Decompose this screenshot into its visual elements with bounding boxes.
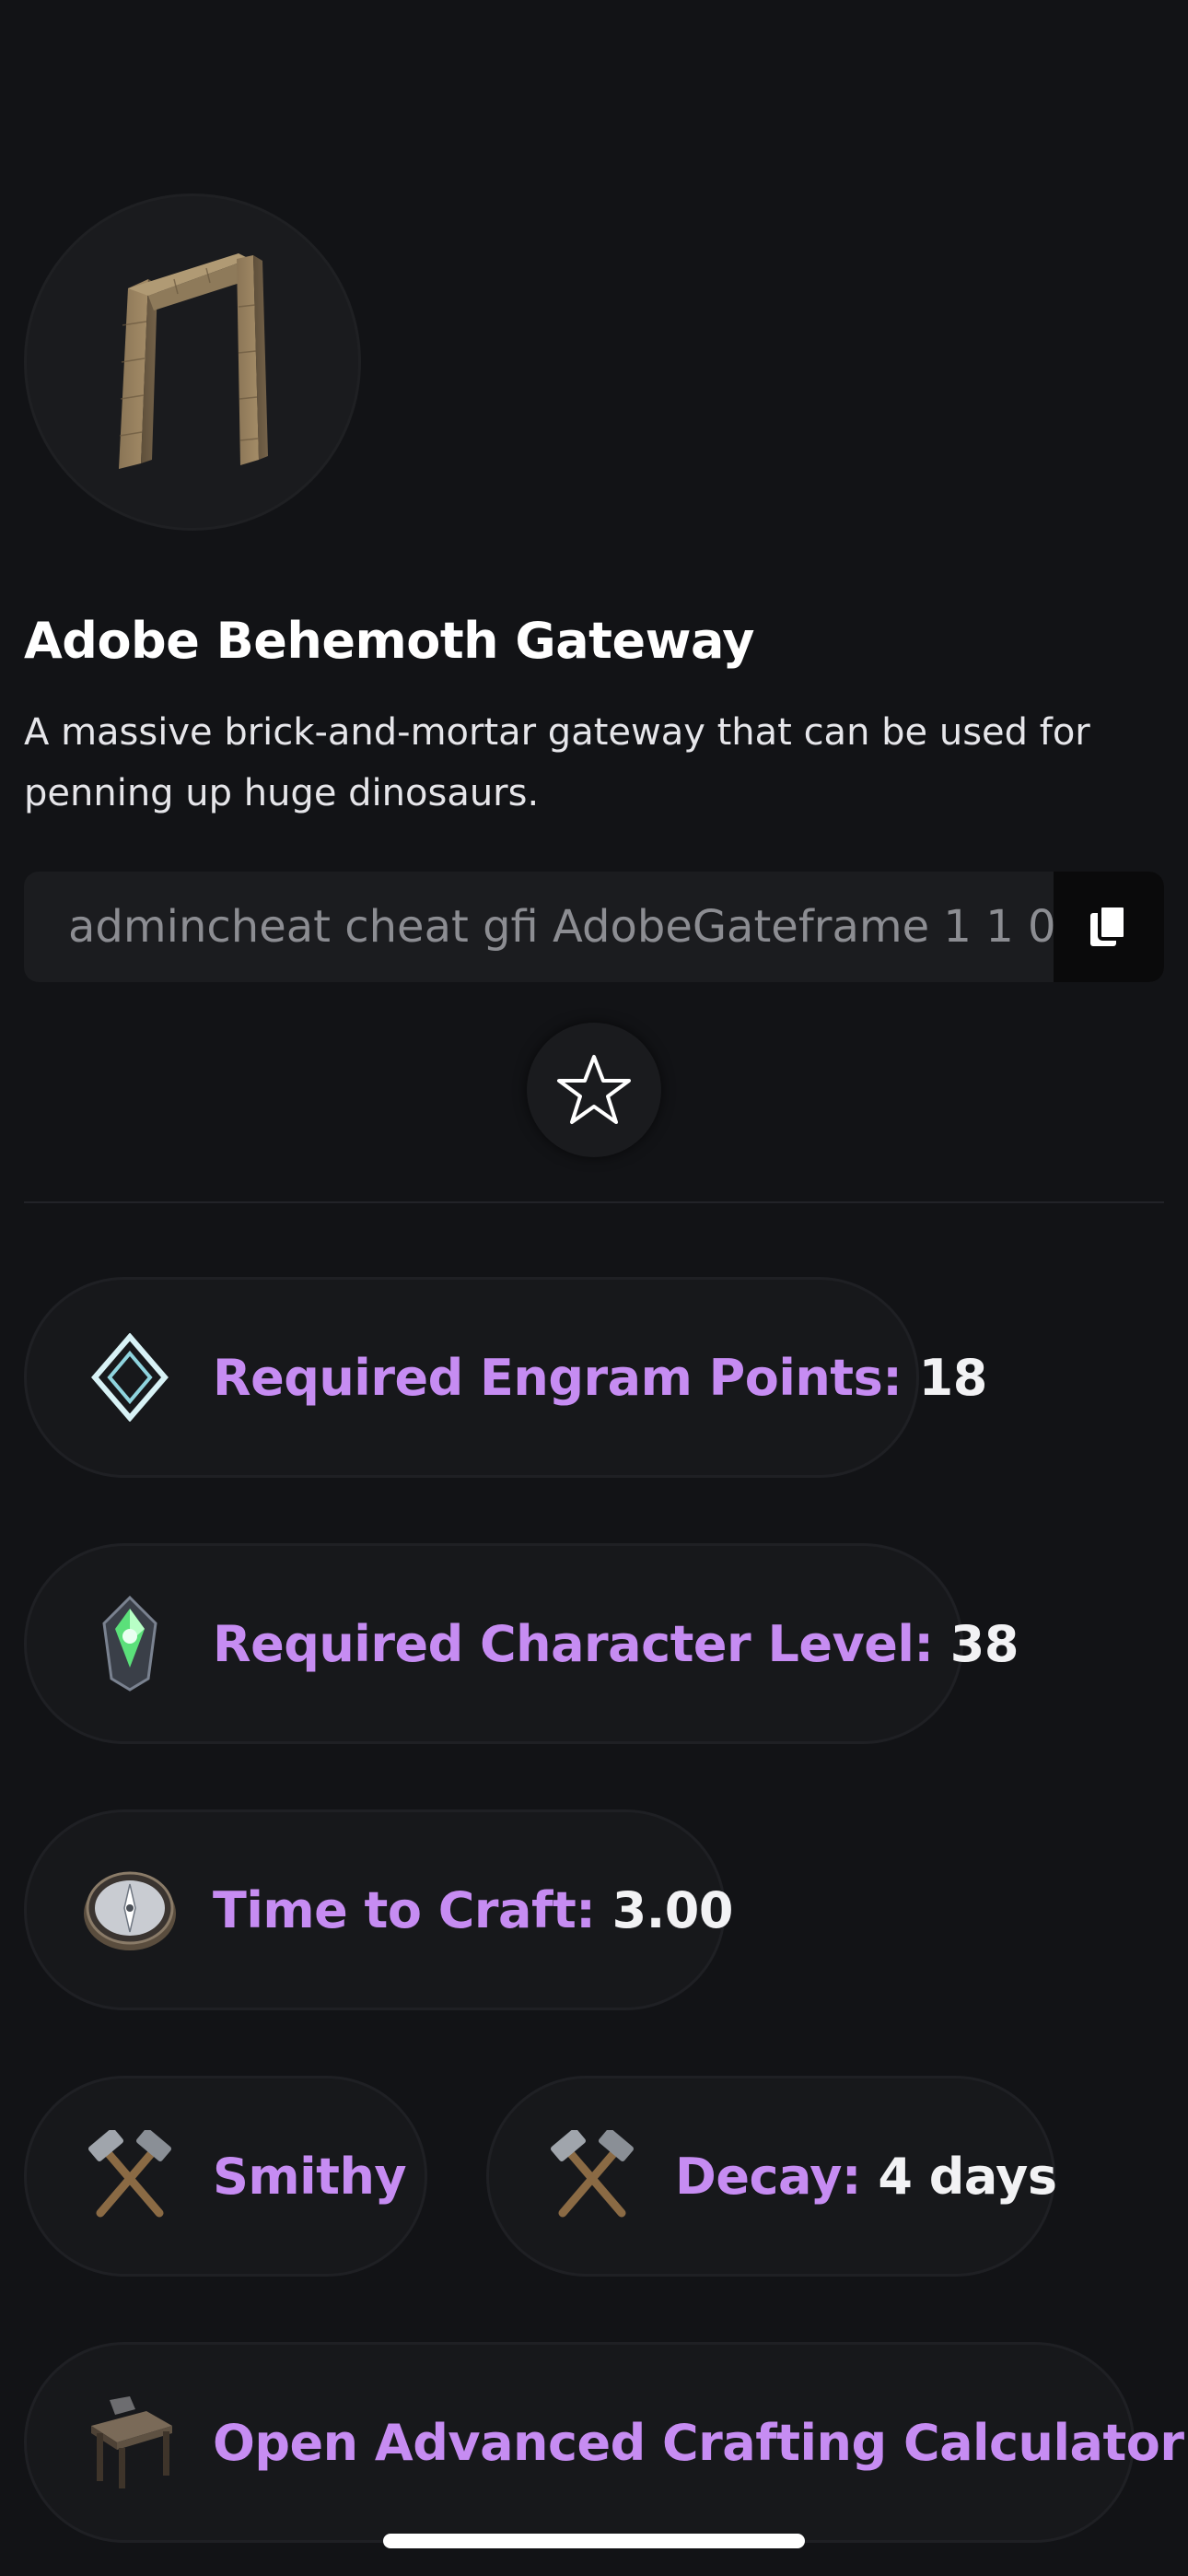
- stone-gateway-icon: [119, 253, 268, 469]
- item-title: Adobe Behemoth Gateway: [24, 612, 754, 670]
- character-level-value: 38: [949, 1614, 1019, 1673]
- command-box[interactable]: admincheat cheat gfi AdobeGateframe 1 1 …: [24, 872, 1164, 982]
- craft-time-value: 3.00: [611, 1880, 734, 1939]
- copy-button[interactable]: [1054, 872, 1164, 982]
- command-text[interactable]: admincheat cheat gfi AdobeGateframe 1 1 …: [68, 872, 1056, 982]
- star-outline-icon: [557, 1055, 631, 1124]
- engram-points-label: Required Engram Points:: [213, 1348, 903, 1407]
- character-level-stat: Required Character Level: 38: [24, 1543, 1019, 1744]
- copy-icon: [1090, 904, 1127, 946]
- character-level-label: Required Character Level:: [213, 1614, 934, 1673]
- item-image: [24, 193, 361, 531]
- crafting-bench-icon: [82, 2395, 178, 2490]
- decay-stat: Decay: 4 days: [486, 2076, 1057, 2277]
- crossed-hammers-icon: [544, 2128, 640, 2224]
- decay-label: Decay:: [675, 2147, 862, 2206]
- item-detail-page: Adobe Behemoth Gateway A massive brick-a…: [0, 0, 1188, 2576]
- crafting-calculator-label: Open Advanced Crafting Calculator: [213, 2413, 1184, 2472]
- compass-clock-icon: [82, 1862, 178, 1958]
- crossed-hammers-icon: [82, 2128, 178, 2224]
- engram-points-stat: Required Engram Points: 18: [24, 1277, 987, 1478]
- decay-value: 4 days: [878, 2147, 1057, 2206]
- engram-points-value: 18: [918, 1348, 988, 1407]
- engram-diamond-icon: [82, 1329, 178, 1425]
- crafting-calculator-button[interactable]: Open Advanced Crafting Calculator: [24, 2342, 1184, 2543]
- craft-time-label: Time to Craft:: [213, 1880, 596, 1939]
- divider: [24, 1201, 1164, 1203]
- item-description: A massive brick-and-mortar gateway that …: [24, 711, 1090, 814]
- level-crystal-icon: [82, 1596, 178, 1692]
- home-indicator[interactable]: [383, 2534, 805, 2548]
- station-label: Smithy: [213, 2147, 407, 2206]
- craft-time-stat: Time to Craft: 3.00: [24, 1809, 733, 2010]
- station-stat[interactable]: Smithy: [24, 2076, 427, 2277]
- favorite-button[interactable]: [527, 1023, 661, 1157]
